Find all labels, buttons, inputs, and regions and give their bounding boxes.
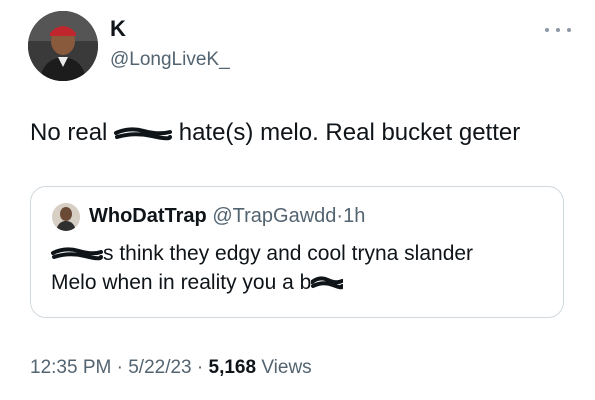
tweet-text-before: No real [30,119,115,146]
tweet-text: No real hate(s) melo. Real bucket getter [30,118,520,148]
quoted-text: s think they edgy and cool tryna slander… [51,239,473,297]
dot [567,28,571,32]
author-handle[interactable]: @LongLiveK_ [110,49,230,71]
views-label[interactable]: Views [261,357,311,378]
dot [545,28,549,32]
views-count[interactable]: 5,168 [209,357,257,378]
quoted-avatar-image [52,203,80,231]
redaction-scribble [114,127,173,140]
dot [556,28,560,32]
redaction-scribble [311,276,344,290]
quoted-line-2-text: Melo when in reality you a b [51,271,312,294]
tweet-text-after: hate(s) melo. Real bucket getter [172,119,521,146]
author-name[interactable]: K [110,16,126,42]
quoted-name[interactable]: WhoDatTrap [89,205,207,227]
quoted-header: WhoDatTrap @TrapGawdd·1h [89,205,365,228]
meta-separator: · [116,357,123,378]
quoted-handle[interactable]: @TrapGawdd [212,205,336,227]
tweet-date[interactable]: 5/22/23 [128,357,191,378]
quoted-line-2: Melo when in reality you a b [51,268,473,297]
quoted-tweet[interactable]: WhoDatTrap @TrapGawdd·1h s think they ed… [30,186,564,318]
tweet-meta: 12:35 PM · 5/22/23 · 5,168 Views [30,357,312,379]
meta-separator: · [196,357,204,378]
quoted-line-1-text: s think they edgy and cool tryna slander [103,242,474,265]
redaction-scribble [51,247,103,261]
quoted-avatar[interactable] [52,203,80,231]
quoted-time[interactable]: 1h [343,205,365,227]
tweet-time[interactable]: 12:35 PM [30,357,111,378]
avatar-image [28,11,98,81]
quoted-line-1: s think they edgy and cool tryna slander [51,239,473,268]
more-dots-icon[interactable] [545,26,571,34]
author-avatar[interactable] [28,11,98,81]
